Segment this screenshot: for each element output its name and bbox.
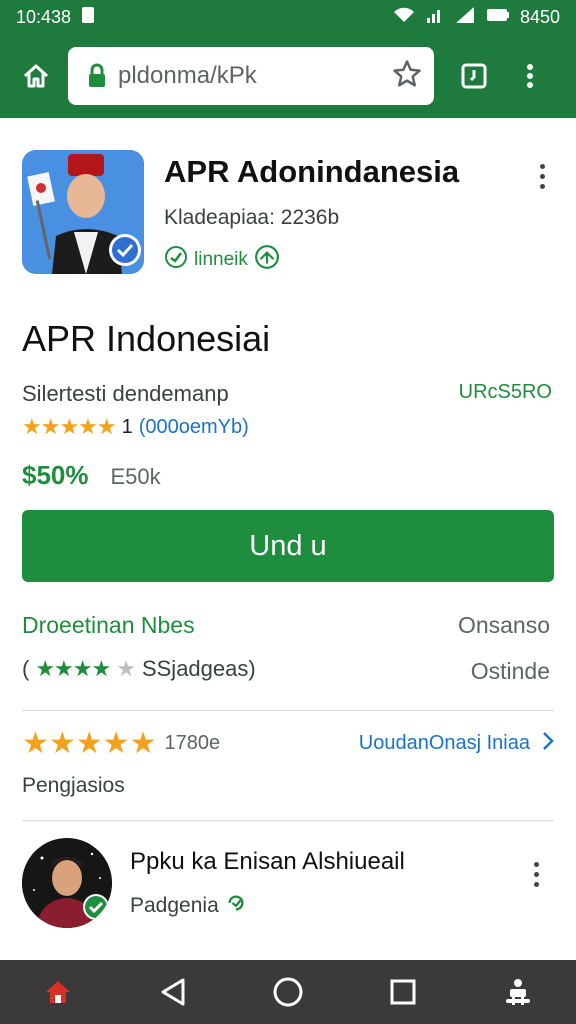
info-left-link[interactable]: Droeetinan Nbes — [22, 612, 195, 639]
url-text[interactable]: pldonma/kPk — [118, 62, 392, 90]
rating-count-link[interactable]: (000oemYb) — [139, 416, 249, 439]
app-badge: linneik — [164, 244, 280, 276]
check-circle-icon — [164, 245, 188, 275]
app-subtitle: Silertesti dendemanp — [22, 381, 229, 406]
app-badge-label: linneik — [194, 249, 248, 270]
info-rating-text: SSjadgeas) — [141, 656, 256, 681]
reviews-label: Pengjasios — [22, 774, 125, 797]
rating-row: ★★★★★ 1 (000oemYb) — [22, 414, 249, 440]
price: $50% — [22, 460, 89, 490]
recents-icon[interactable] — [375, 964, 431, 1020]
page-title: APR Indonesiai — [22, 318, 271, 359]
wifi-icon — [392, 6, 416, 29]
app-size-label: URcS5RO — [458, 381, 552, 403]
app-title: APR Adonindanesia — [164, 154, 460, 189]
install-button[interactable]: Und u — [22, 510, 554, 582]
sim-icon — [81, 6, 95, 29]
info-right-label: Onsanso — [457, 612, 550, 638]
developer-sub: Padgenia — [130, 892, 247, 920]
app-more-button[interactable] — [530, 154, 554, 198]
verified-icon — [108, 233, 142, 272]
price-old: E50k — [110, 464, 161, 489]
app-developer[interactable]: Kladeapiaa: 2236b — [164, 206, 339, 230]
back-icon[interactable] — [145, 964, 201, 1020]
review-stars: ★★★★★ — [22, 727, 157, 760]
home-icon[interactable] — [14, 54, 58, 98]
signal-icon — [426, 6, 444, 29]
reviews-link-label: UoudanOnasj Iniaa — [358, 732, 530, 754]
home-icon[interactable] — [30, 964, 86, 1020]
accessibility-icon[interactable] — [490, 964, 546, 1020]
info-grey-star: ★ — [116, 656, 136, 681]
developer-sub-label: Padgenia — [130, 894, 219, 917]
info-rating-row: ( ★★★★ ★ SSjadgeas) — [22, 656, 256, 682]
developer-name: Ppku ka Enisan Alshiueail — [130, 848, 405, 875]
star-icon[interactable] — [392, 59, 422, 94]
app-icon[interactable] — [22, 150, 144, 274]
leaf-icon — [225, 892, 247, 920]
home-circle-icon[interactable] — [260, 964, 316, 1020]
browser-toolbar: pldonma/kPk — [0, 34, 576, 118]
chevron-right-icon — [542, 731, 554, 757]
leaf-icon — [254, 244, 280, 276]
avatar[interactable] — [22, 838, 112, 928]
divider — [22, 820, 554, 821]
rating-value: 1 — [121, 415, 133, 438]
developer-more-button[interactable] — [524, 852, 548, 896]
divider — [22, 710, 554, 711]
info-open-paren: ( — [22, 656, 30, 681]
rating-stars: ★★★★★ — [22, 414, 117, 439]
price-row: $50% E50k — [22, 460, 161, 491]
signal-icon — [454, 6, 476, 29]
developer-card[interactable]: Ppku ka Enisan Alshiueail Padgenia — [22, 838, 554, 928]
more-vert-icon[interactable] — [508, 54, 552, 98]
page-content: APR Adonindanesia Kladeapiaa: 2236b linn… — [0, 118, 576, 960]
navigation-bar — [0, 960, 576, 1024]
status-time: 10:438 — [16, 6, 72, 27]
info-green-stars: ★★★★ — [35, 656, 111, 681]
tab-icon[interactable] — [452, 54, 496, 98]
info-right-label-2: Ostinde — [470, 658, 550, 684]
lock-icon — [84, 63, 110, 89]
status-right-text: 8450 — [519, 6, 560, 27]
battery-icon — [486, 7, 510, 28]
reviews-link[interactable]: UoudanOnasj Iniaa — [359, 731, 554, 757]
status-bar: 10:438 8450 — [0, 0, 576, 34]
reviews-row[interactable]: ★★★★★ 1780e UoudanOnasj Iniaa — [22, 726, 554, 761]
verified-icon — [82, 893, 110, 926]
app-header: APR Adonindanesia Kladeapiaa: 2236b linn… — [22, 150, 554, 278]
address-bar[interactable]: pldonma/kPk — [68, 47, 434, 105]
review-count: 1780e — [164, 732, 221, 754]
